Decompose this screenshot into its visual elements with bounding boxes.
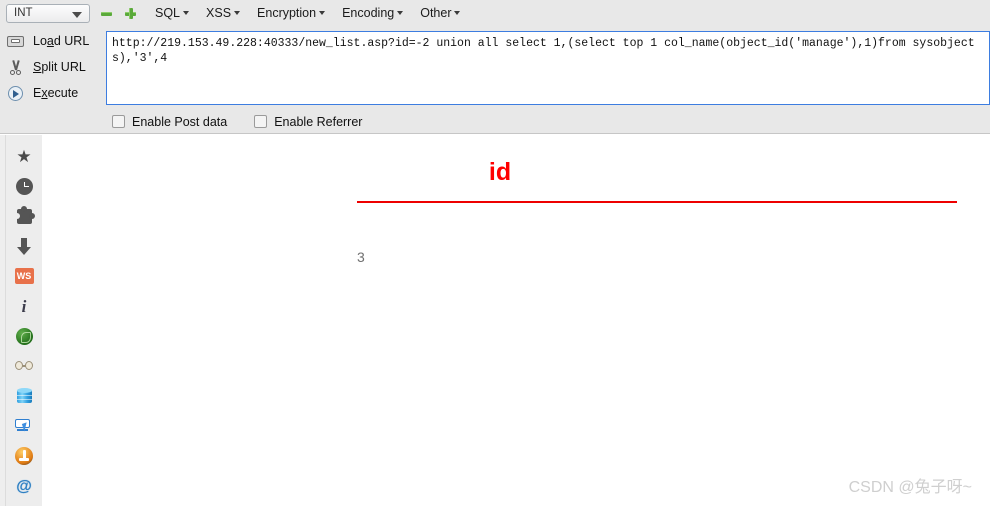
menu-xss-label: XSS [206, 6, 232, 20]
minus-icon [101, 11, 112, 16]
database-icon [16, 387, 32, 405]
chevron-down-icon [183, 11, 190, 15]
chevron-down-icon [72, 11, 82, 18]
url-textarea-wrapper[interactable]: http://219.153.49.228:40333/new_list.asp… [106, 31, 990, 105]
payload-type-value: INT [14, 7, 33, 19]
chevron-down-icon [234, 11, 241, 15]
chevron-down-icon [319, 11, 326, 15]
page-content: id 3 CSDN @兔子呀~ [43, 135, 990, 506]
sidebar-item-database[interactable] [9, 381, 39, 411]
sidebar-item-useragent[interactable] [9, 351, 39, 381]
url-input[interactable]: http://219.153.49.228:40333/new_list.asp… [112, 36, 984, 100]
menu-encryption-label: Encryption [257, 6, 317, 20]
star-icon: ★ [16, 146, 32, 166]
sidebar-item-wappalyzer[interactable]: WS [9, 261, 39, 291]
menu-xss[interactable]: XSS [206, 6, 241, 20]
enable-post-data-checkbox[interactable] [112, 115, 125, 128]
chevron-down-icon [454, 11, 461, 15]
hackbar-panel: INT SQL XSS Encryption Encoding Other Lo… [0, 0, 990, 134]
sidebar-item-favorites[interactable]: ★ [9, 141, 39, 171]
ws-badge-icon: WS [14, 268, 34, 284]
add-button[interactable] [123, 6, 138, 21]
chevron-down-icon [397, 11, 404, 15]
enable-post-data-option[interactable]: Enable Post data [112, 115, 227, 129]
sidebar-item-history[interactable] [9, 171, 39, 201]
extension-sidebar-inner: ★ WS i @ [5, 135, 42, 506]
screen-cursor-icon [14, 418, 34, 435]
load-url-icon [7, 33, 24, 50]
extension-sidebar: ★ WS i @ [0, 135, 42, 506]
enable-referrer-option[interactable]: Enable Referrer [254, 115, 362, 129]
load-url-button[interactable]: Load URL [0, 28, 105, 54]
menu-encoding[interactable]: Encoding [342, 6, 404, 20]
menu-sql-label: SQL [155, 6, 181, 20]
hackbar-options-row: Enable Post data Enable Referrer [0, 110, 990, 133]
seahorse-icon: @ [16, 477, 32, 495]
clock-icon [15, 177, 34, 196]
menu-other-label: Other [420, 6, 452, 20]
sidebar-item-downloads[interactable] [9, 231, 39, 261]
split-url-button[interactable]: Split URL [0, 54, 105, 80]
sidebar-item-selector[interactable] [9, 411, 39, 441]
sidebar-item-plugins[interactable] [9, 201, 39, 231]
sidebar-item-seahorse[interactable]: @ [9, 471, 39, 501]
sidebar-item-info[interactable]: i [9, 291, 39, 321]
split-url-label: Split URL [33, 60, 86, 74]
load-url-label: Load URL [33, 34, 90, 48]
menu-encoding-label: Encoding [342, 6, 395, 20]
enable-referrer-checkbox[interactable] [254, 115, 268, 128]
sidebar-item-hacktool[interactable] [9, 441, 39, 471]
menu-encryption[interactable]: Encryption [257, 6, 326, 20]
horizontal-rule [357, 201, 957, 203]
execute-label: Execute [33, 86, 79, 100]
result-value: 3 [357, 249, 365, 265]
hackbar-actions: Load URL Split URL Execute [0, 28, 105, 106]
play-icon [7, 85, 24, 102]
enable-post-data-label: Enable Post data [132, 114, 228, 129]
green-globe-icon [15, 327, 33, 345]
torch-icon [15, 447, 33, 465]
payload-type-select[interactable]: INT [6, 3, 90, 23]
info-italic-icon: i [21, 296, 27, 316]
watermark: CSDN @兔子呀~ [848, 479, 972, 496]
scissors-icon [7, 59, 24, 76]
hackbar-menubar: INT SQL XSS Encryption Encoding Other [0, 0, 990, 26]
goggles-icon [14, 360, 34, 372]
enable-referrer-label: Enable Referrer [274, 114, 363, 129]
sidebar-item-bug[interactable] [9, 501, 39, 506]
remove-button[interactable] [99, 6, 114, 21]
download-arrow-icon [15, 237, 34, 256]
plus-icon-v [128, 8, 133, 19]
puzzle-icon [13, 205, 35, 226]
page-title: id [488, 158, 512, 186]
browser-window: INT SQL XSS Encryption Encoding Other Lo… [0, 0, 990, 506]
sidebar-item-proxy[interactable] [9, 321, 39, 351]
menu-sql[interactable]: SQL [155, 6, 190, 20]
menu-other[interactable]: Other [420, 6, 461, 20]
execute-button[interactable]: Execute [0, 80, 105, 106]
